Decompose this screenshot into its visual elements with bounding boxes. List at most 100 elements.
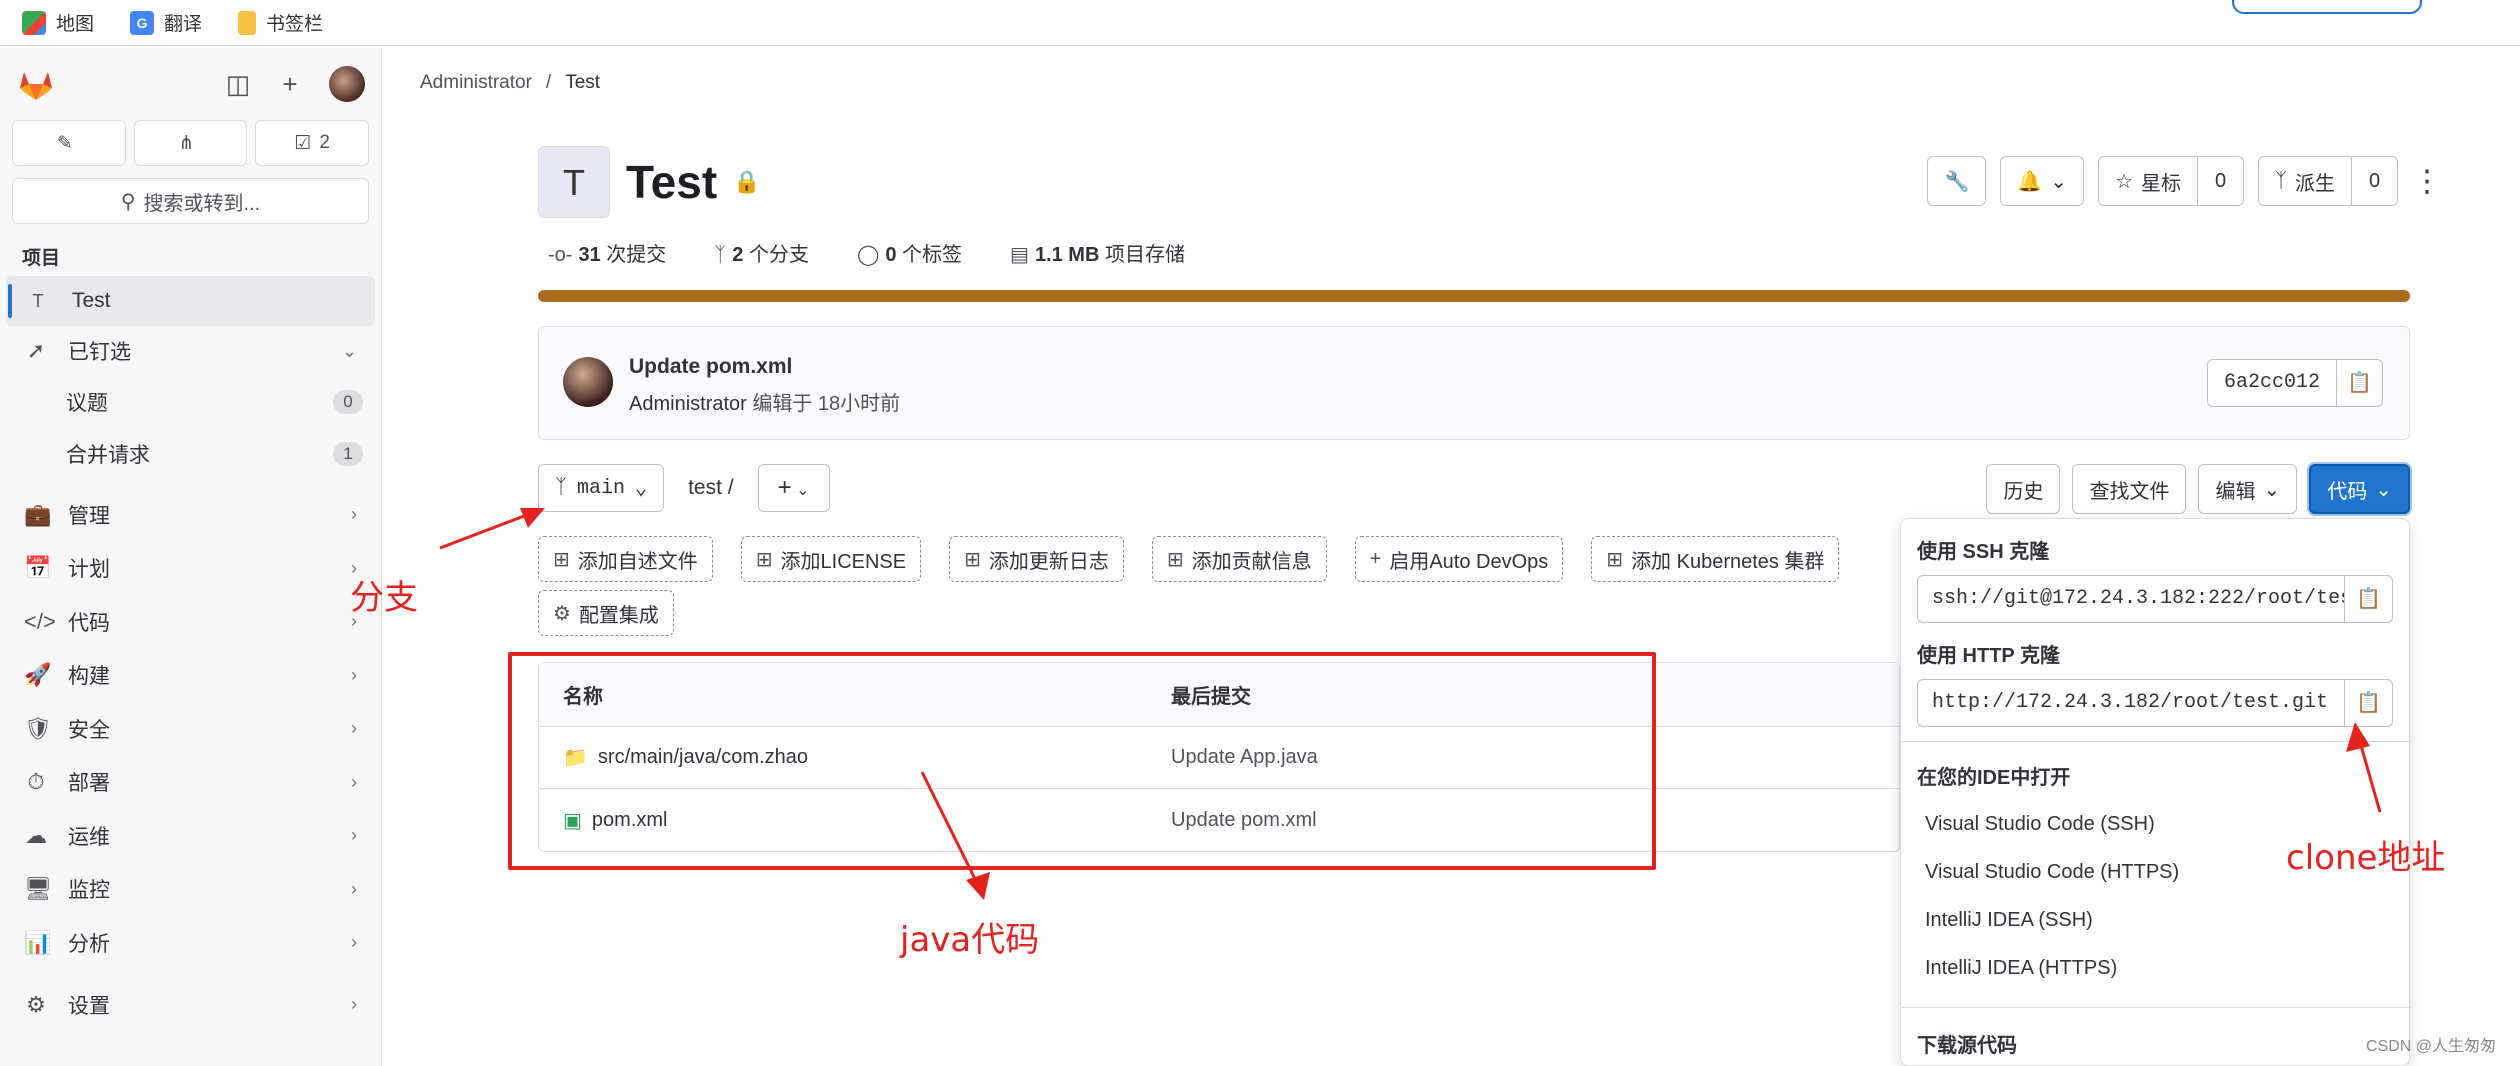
search-icon: ⚲ — [120, 190, 136, 213]
commit-author-link[interactable]: Administrator — [629, 393, 747, 415]
add-file-icon: ⊞ — [964, 548, 981, 571]
ide-vscode-ssh[interactable]: Visual Studio Code (SSH) — [1925, 813, 2155, 836]
bell-icon: 🔔 — [2017, 170, 2043, 193]
language-bar — [538, 290, 2410, 302]
fork-button[interactable]: ᛉ 派生 — [2258, 156, 2352, 206]
chevron-right-icon: › — [351, 878, 357, 899]
sidebar-item-code[interactable]: </> 代码 › — [0, 595, 381, 649]
merge-requests-count-button[interactable]: ⋔ — [133, 120, 248, 166]
fork-count[interactable]: 0 — [2352, 156, 2398, 206]
chevron-down-icon: ⌄ — [341, 340, 357, 361]
translate-icon: G — [130, 10, 155, 35]
star-button[interactable]: ☆ 星标 — [2098, 156, 2198, 206]
copy-ssh-icon[interactable]: 📋 — [2345, 575, 2393, 623]
sidebar: ◫ + ✎ ⋔ ☑ 2 ⚲ 搜索或转到... 项目 T Test ➚ 已钉选 ⌄ … — [0, 48, 382, 1066]
copy-http-icon[interactable]: 📋 — [2345, 679, 2393, 727]
folder-icon — [238, 10, 257, 35]
java-code-highlight-box — [508, 652, 1656, 870]
sidebar-item-settings[interactable]: ⚙ 设置 › — [0, 980, 381, 1030]
stat-tags[interactable]: ◯ 0 个标签 — [857, 238, 962, 267]
edit-dropdown[interactable]: 编辑 ⌄ — [2198, 464, 2298, 514]
sidebar-item-monitor[interactable]: 🖥 监控 › — [0, 863, 381, 917]
shortcut-button-2[interactable]: ⊞ 添加更新日志 — [949, 536, 1124, 582]
rocket-icon: 🚀 — [24, 662, 52, 688]
bookmark-translate[interactable]: G 翻译 — [130, 9, 202, 36]
stat-branches[interactable]: ᛉ2 个分支 — [714, 238, 809, 267]
sidebar-section-title: 项目 — [22, 248, 61, 269]
sidebar-item-briefcase[interactable]: 💼 管理 › — [0, 488, 381, 542]
add-file-dropdown[interactable]: + ⌄ — [757, 464, 830, 512]
shortcut-button-5[interactable]: ⊞ 添加 Kubernetes 集群 — [1591, 536, 1840, 582]
cloud-icon: ☁ — [25, 822, 47, 848]
todos-count-button[interactable]: ☑ 2 — [255, 120, 370, 166]
breadcrumb-current[interactable]: Test — [565, 72, 600, 94]
repo-toolbar: ᛉ main ⌄ test / + ⌄ — [538, 464, 830, 512]
add-file-icon: ⊞ — [755, 548, 773, 571]
add-file-icon: ⊞ — [1606, 548, 1624, 571]
sidebar-item-project[interactable]: T Test — [6, 276, 375, 326]
commit-author-avatar[interactable] — [563, 357, 613, 407]
sidebar-item-label: 分析 — [68, 932, 110, 956]
issues-count-button[interactable]: ✎ — [12, 120, 126, 166]
new-item-icon[interactable]: + — [277, 71, 303, 97]
repo-path[interactable]: test / — [680, 476, 742, 500]
stat-storage[interactable]: ▤ 1.1 MB 项目存储 — [1010, 238, 1185, 267]
shortcut-button-1[interactable]: ⊞ 添加LICENSE — [740, 536, 922, 582]
shortcut-button-6[interactable]: ⚙ 配置集成 — [538, 590, 674, 636]
ide-intellij-https[interactable]: IntelliJ IDEA (HTTPS) — [1925, 957, 2117, 980]
sidebar-toggle-icon[interactable]: ◫ — [225, 71, 251, 97]
sidebar-item-issues[interactable]: 议题 0 — [0, 376, 381, 428]
project-actions: 🔧 🔔 ⌄ ☆ 星标 0 ᛉ 派生 0 ⋮ — [1927, 156, 2442, 206]
star-label: 星标 — [2141, 172, 2181, 195]
bookmark-folder[interactable]: 书签栏 — [238, 9, 323, 36]
chevron-down-icon: ⌄ — [2375, 478, 2392, 501]
issues-icon: ✎ — [56, 132, 73, 154]
gitlab-logo-icon[interactable] — [16, 64, 56, 104]
shortcut-button-3[interactable]: ⊞ 添加贡献信息 — [1151, 536, 1327, 582]
sidebar-item-calendar[interactable]: 📅 计划 › — [0, 542, 381, 596]
fork-icon: ᛉ — [2275, 169, 2287, 192]
commit-sha-button[interactable]: 6a2cc012 — [2206, 359, 2337, 407]
sidebar-item-pinned[interactable]: ➚ 已钉选 ⌄ — [0, 326, 381, 376]
stat-commits[interactable]: -o- 31 次提交 — [548, 238, 666, 267]
star-count[interactable]: 0 — [2198, 156, 2244, 206]
branch-selector[interactable]: ᛉ main ⌄ — [538, 464, 665, 512]
code-dropdown-button[interactable]: 代码 ⌄ — [2309, 464, 2410, 514]
sidebar-item-shield[interactable]: 🛡 安全 › — [0, 702, 381, 756]
shortcut-button-0[interactable]: ⊞ 添加自述文件 — [538, 536, 713, 582]
sidebar-item-label: Test — [72, 289, 111, 312]
copy-icon[interactable]: 📋 — [2337, 359, 2383, 407]
sidebar-search-button[interactable]: ⚲ 搜索或转到... — [12, 178, 369, 224]
breadcrumb-parent-link[interactable]: Administrator — [420, 72, 532, 94]
more-actions-icon[interactable]: ⋮ — [2412, 164, 2442, 199]
http-url-field[interactable]: http://172.24.3.182/root/test.git — [1917, 679, 2345, 727]
shortcut-label: 添加LICENSE — [780, 550, 907, 573]
commit-icon: -o- — [548, 244, 573, 266]
shortcut-label: 启用Auto DevOps — [1389, 550, 1549, 573]
bookmark-label: 翻译 — [164, 14, 203, 35]
ide-intellij-ssh[interactable]: IntelliJ IDEA (SSH) — [1925, 909, 2093, 932]
tag-icon: ◯ — [856, 244, 880, 266]
find-file-button[interactable]: 查找文件 — [2072, 464, 2187, 514]
ssh-url-field[interactable]: ssh://git@172.24.3.182:222/root/test.git — [1917, 575, 2345, 623]
sidebar-item-merge-requests[interactable]: 合并请求 1 — [0, 428, 381, 480]
annotation-branch: 分支 — [350, 578, 418, 618]
user-avatar[interactable] — [329, 66, 365, 102]
notifications-button[interactable]: 🔔 ⌄ — [2000, 156, 2085, 206]
chart-icon: 📊 — [24, 929, 52, 955]
bookmark-maps[interactable]: 地图 — [22, 9, 94, 36]
shortcut-button-4[interactable]: + 启用Auto DevOps — [1354, 536, 1564, 582]
sidebar-item-deploy[interactable]: ⏱ 部署 › — [0, 756, 381, 810]
chevron-down-icon: ⌄ — [2050, 170, 2068, 193]
gear-icon: ⚙ — [26, 991, 46, 1017]
sidebar-item-chart[interactable]: 📊 分析 › — [0, 916, 381, 970]
history-button[interactable]: 历史 — [1986, 464, 2061, 514]
plus-icon: + — [1369, 547, 1382, 570]
sidebar-item-cloud[interactable]: ☁ 运维 › — [0, 809, 381, 863]
sidebar-item-rocket[interactable]: 🚀 构建 › — [0, 649, 381, 703]
ide-vscode-https[interactable]: Visual Studio Code (HTTPS) — [1925, 861, 2179, 884]
shortcut-label: 添加自述文件 — [577, 550, 698, 573]
ssh-clone-label: 使用 SSH 克隆 — [1917, 541, 2050, 563]
commit-title-link[interactable]: Update pom.xml — [629, 355, 792, 379]
settings-wrench-button[interactable]: 🔧 — [1927, 156, 1987, 206]
